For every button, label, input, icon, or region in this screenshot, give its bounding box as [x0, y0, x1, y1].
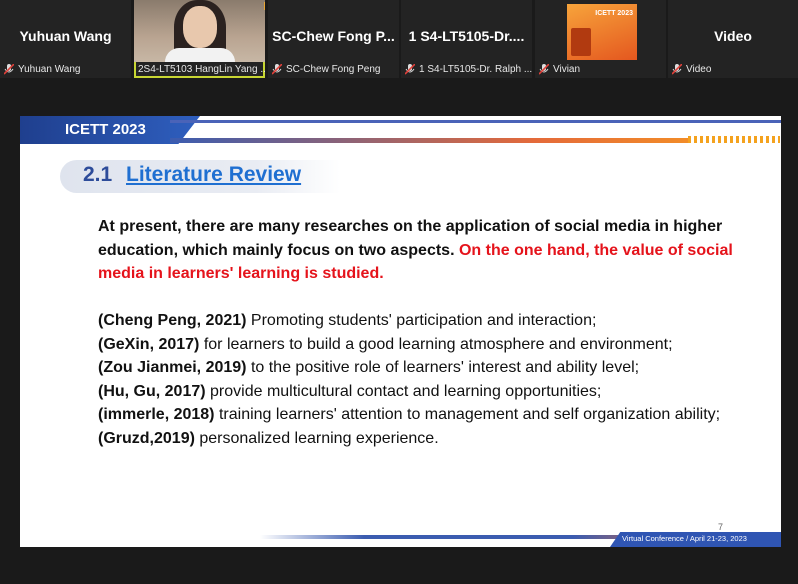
poster-title: ICETT 2023	[595, 10, 633, 17]
header-rule-top	[170, 120, 781, 123]
reference-cite: (Cheng Peng, 2021)	[98, 312, 247, 329]
participant-shirt	[164, 48, 235, 62]
mic-muted-icon	[672, 63, 682, 75]
participant-label: 1 S4-LT5105-Dr. Ralph ...	[401, 62, 532, 76]
reference-cite: (immerle, 2018)	[98, 406, 215, 423]
conference-poster-thumbnail: ICETT 2023	[567, 4, 637, 60]
reference-item: (GeXin, 2017) for learners to build a go…	[98, 333, 748, 357]
participant-label-text: 2S4-LT5103 HangLin Yang ...	[138, 63, 265, 75]
shared-screen-slide: ICETT 2023 2.1 Literature Review At pres…	[20, 116, 781, 547]
reference-cite: (Zou Jianmei, 2019)	[98, 359, 247, 376]
reference-text: Promoting students' participation and in…	[246, 312, 597, 329]
participant-tile-vivian[interactable]: ICETT 2023 Vivian	[535, 0, 666, 78]
reference-item: (Hu, Gu, 2017) provide multicultural con…	[98, 380, 748, 404]
bottom-area	[0, 547, 798, 584]
participant-tile-ralph[interactable]: 1 S4-LT5105-Dr.... 1 S4-LT5105-Dr. Ralph…	[401, 0, 532, 78]
participant-name-large: Video	[714, 28, 752, 44]
background-banner	[264, 2, 265, 10]
header-brand: ICETT 2023	[65, 121, 146, 138]
participant-label-text: Yuhuan Wang	[18, 63, 81, 75]
participant-label-text: Video	[686, 63, 712, 75]
reference-item: (immerle, 2018) training learners' atten…	[98, 403, 748, 427]
reference-text: to the positive role of learners' intere…	[246, 359, 640, 376]
reference-text: training learners' attention to manageme…	[214, 406, 721, 423]
mic-muted-icon	[539, 63, 549, 75]
participant-tile-chew-fong-peng[interactable]: SC-Chew Fong P... SC-Chew Fong Peng	[268, 0, 399, 78]
participant-tile-hanglin-yang[interactable]: 2S4-LT5103 HangLin Yang ...	[134, 0, 265, 78]
reference-item: (Cheng Peng, 2021) Promoting students' p…	[98, 309, 748, 333]
reference-list: (Cheng Peng, 2021) Promoting students' p…	[98, 309, 748, 450]
mic-muted-icon	[4, 63, 14, 75]
participant-label: 2S4-LT5103 HangLin Yang ...	[134, 62, 265, 76]
reference-text: provide multicultural contact and learni…	[205, 382, 602, 400]
reference-cite: (GeXin, 2017)	[98, 335, 200, 353]
participant-tile-yuhuan-wang[interactable]: Yuhuan Wang Yuhuan Wang	[0, 0, 131, 78]
mic-muted-icon	[405, 63, 415, 75]
participant-label-text: SC-Chew Fong Peng	[286, 63, 381, 75]
mic-muted-icon	[272, 63, 282, 75]
participant-name-large: SC-Chew Fong P...	[272, 28, 395, 44]
poster-graphic	[571, 28, 591, 56]
reference-cite: (Hu, Gu, 2017)	[98, 382, 206, 400]
reference-item: (Gruzd,2019) personalized learning exper…	[98, 427, 748, 451]
participant-label: Vivian	[535, 62, 584, 76]
participant-label: SC-Chew Fong Peng	[268, 62, 385, 76]
footer-text: Virtual Conference / April 21-23, 2023	[622, 534, 747, 543]
participant-name-large: Yuhuan Wang	[19, 28, 112, 44]
participant-video	[134, 0, 265, 62]
participant-label-text: 1 S4-LT5105-Dr. Ralph ...	[419, 63, 532, 75]
intro-paragraph: At present, there are many researches on…	[98, 215, 738, 286]
page-number: 7	[718, 522, 724, 532]
participant-label: Video	[668, 62, 715, 76]
header-rule-bottom	[170, 138, 690, 143]
participant-name-large: 1 S4-LT5105-Dr....	[408, 28, 525, 44]
header-dashes	[688, 136, 780, 143]
reference-cite: (Gruzd,2019)	[98, 429, 195, 447]
participant-tile-video[interactable]: Video Video	[668, 0, 798, 78]
section-title: Literature Review	[126, 163, 302, 186]
section-number: 2.1	[83, 163, 113, 186]
participant-face	[182, 6, 217, 48]
participant-strip: Yuhuan Wang Yuhuan Wang 2S4-LT5103 HangL…	[0, 0, 798, 78]
reference-text: personalized learning experience.	[194, 429, 439, 447]
participant-label: Yuhuan Wang	[0, 62, 84, 76]
reference-item: (Zou Jianmei, 2019) to the positive role…	[98, 356, 748, 380]
reference-text: for learners to build a good learning at…	[199, 335, 673, 353]
participant-label-text: Vivian	[553, 63, 581, 75]
